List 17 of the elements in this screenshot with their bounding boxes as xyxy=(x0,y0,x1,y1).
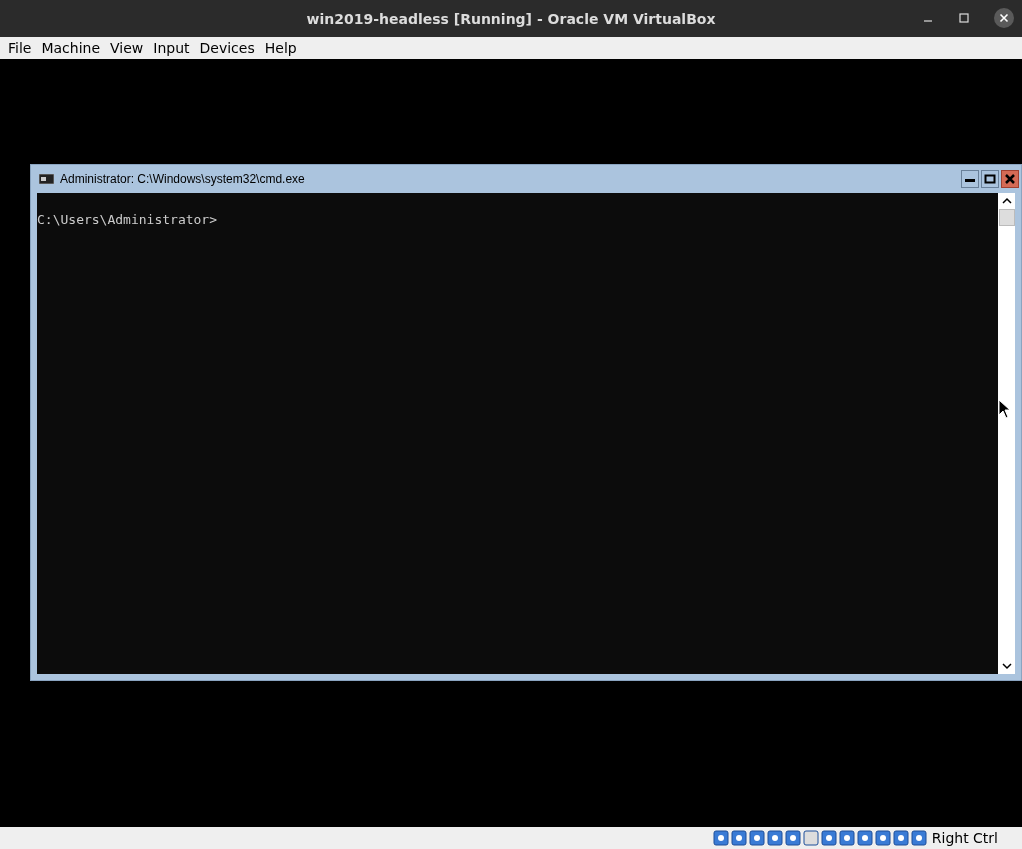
menu-item[interactable]: View xyxy=(105,40,149,56)
menu-item[interactable]: Machine xyxy=(36,40,106,56)
host-key-label: Right Ctrl xyxy=(931,830,998,846)
close-icon[interactable] xyxy=(1001,170,1019,188)
window-title: win2019-headless [Running] - Oracle VM VirtualBox xyxy=(306,10,716,27)
scrollbar[interactable] xyxy=(998,193,1015,674)
close-icon[interactable] xyxy=(994,8,1014,28)
command-prompt: C:\Users\Administrator> xyxy=(37,212,217,227)
scroll-thumb[interactable] xyxy=(998,209,1015,226)
menu-item[interactable]: Input xyxy=(148,40,195,56)
menu-item[interactable]: Devices xyxy=(194,40,260,56)
maximize-icon[interactable] xyxy=(981,170,999,188)
console-icon xyxy=(39,174,54,184)
minimize-icon[interactable] xyxy=(961,170,979,188)
menu-item[interactable]: Help xyxy=(259,40,302,56)
console-title: Administrator: C:\Windows\system32\cmd.exe xyxy=(60,172,305,186)
menu-item[interactable]: File xyxy=(3,40,37,56)
